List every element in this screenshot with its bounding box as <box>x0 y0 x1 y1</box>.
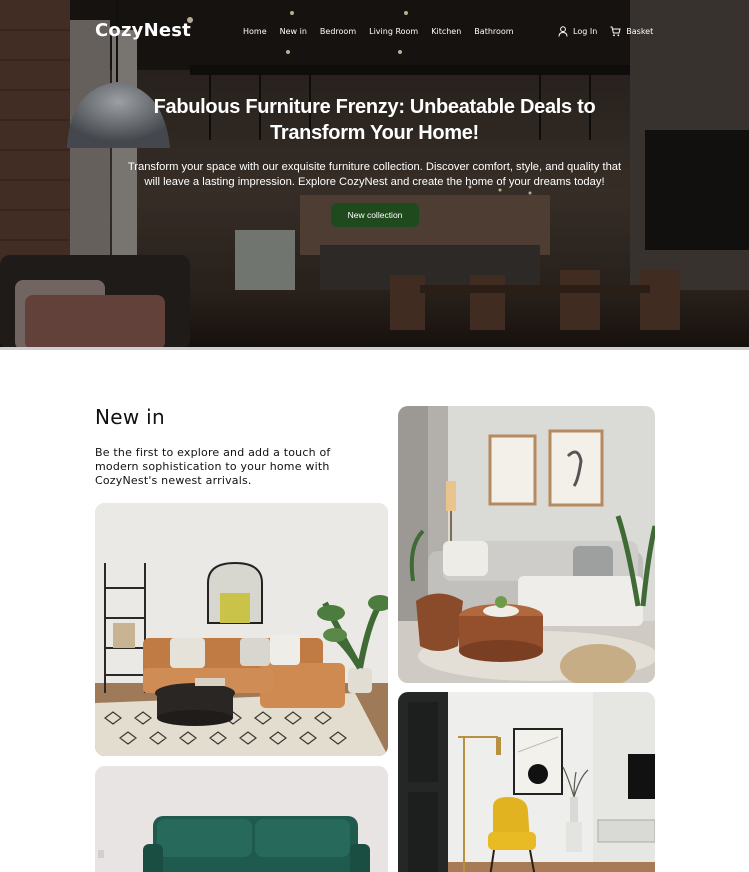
product-card-grey-sofa[interactable] <box>398 406 655 683</box>
hero-section: CozyNest Home New in Bedroom Living Room… <box>0 0 749 350</box>
nav-link-new-in[interactable]: New in <box>280 27 307 36</box>
nav-link-living-room[interactable]: Living Room <box>369 27 418 36</box>
basket-button[interactable]: Basket <box>610 26 653 37</box>
nav-links: Home New in Bedroom Living Room Kitchen … <box>243 27 527 36</box>
nav-link-home[interactable]: Home <box>243 27 267 36</box>
user-icon <box>558 26 568 37</box>
nav-link-bathroom[interactable]: Bathroom <box>474 27 513 36</box>
nav-actions: Log In Basket <box>558 26 666 37</box>
brand-logo[interactable]: CozyNest <box>95 20 191 41</box>
product-card-green-sofa[interactable] <box>95 766 388 872</box>
top-navigation: CozyNest Home New in Bedroom Living Room… <box>0 0 749 64</box>
hero-divider <box>0 347 749 350</box>
login-label: Log In <box>573 27 598 36</box>
cart-icon <box>610 26 621 37</box>
hero-title: Fabulous Furniture Frenzy: Unbeatable De… <box>153 96 596 144</box>
product-card-yellow-chair[interactable] <box>398 692 655 872</box>
basket-label: Basket <box>626 27 654 36</box>
login-button[interactable]: Log In <box>558 26 597 37</box>
product-card-orange-sofa[interactable] <box>95 503 388 756</box>
new-collection-button[interactable]: New collection <box>331 203 419 227</box>
new-in-description: Be the first to explore and add a touch … <box>95 446 331 487</box>
new-in-title: New in <box>95 405 166 429</box>
green-sofa-photo <box>95 766 388 872</box>
yellow-chair-photo <box>398 692 655 872</box>
nav-link-kitchen[interactable]: Kitchen <box>431 27 461 36</box>
grey-sofa-photo <box>398 406 655 683</box>
living-room-photo <box>95 503 388 756</box>
hero-subtitle: Transform your space with our exquisite … <box>127 161 622 188</box>
nav-link-bedroom[interactable]: Bedroom <box>320 27 356 36</box>
